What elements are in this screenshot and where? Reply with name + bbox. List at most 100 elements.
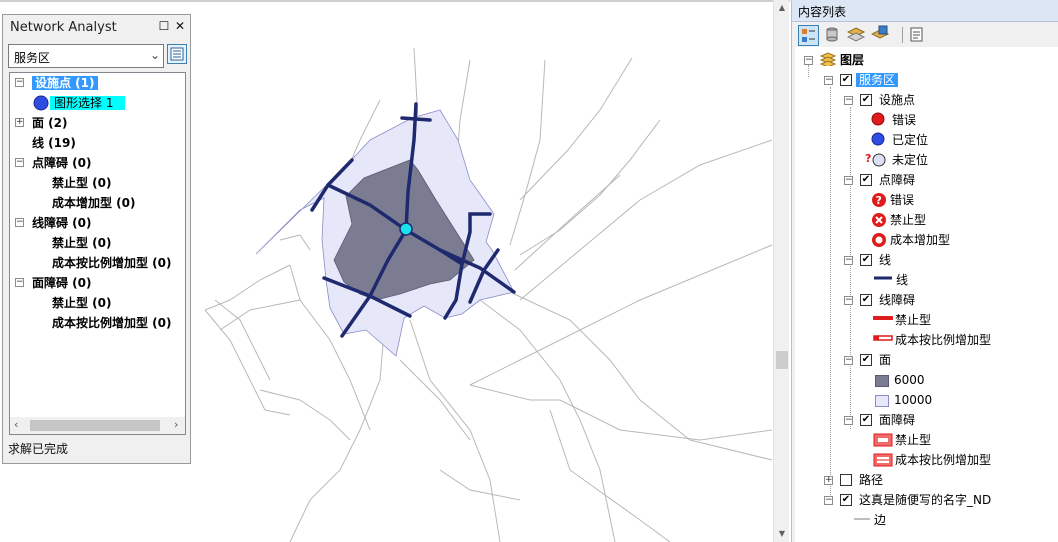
tree-item-lb-restriction[interactable]: 禁止型 (0) [52,233,112,253]
tree-item-pb-restriction[interactable]: 禁止型 (0) [52,173,112,193]
na-horizontal-scrollbar[interactable]: ‹ › [10,417,185,434]
list-by-visibility-icon[interactable] [846,25,867,46]
collapse-icon[interactable]: − [824,76,833,85]
poly-10000-swatch-icon [875,395,889,407]
expand-icon[interactable]: + [15,118,24,127]
restriction-polygon-icon [873,433,893,447]
added-cost-ring-icon [872,233,886,247]
visibility-checkbox[interactable]: ✔ [860,294,872,306]
collapse-icon[interactable]: − [15,218,24,227]
collapse-icon[interactable]: − [844,176,853,185]
list-by-drawing-order-icon[interactable] [798,25,819,46]
top-edge-line [0,0,790,2]
collapse-icon[interactable]: − [15,278,24,287]
street-line [204,264,291,311]
tree-item-gb-scaled-cost[interactable]: 成本按比例增加型 (0) [52,313,172,333]
toc-sublayer-point-barriers[interactable]: 点障碍 [879,170,915,190]
visibility-checkbox[interactable]: ✔ [860,94,872,106]
collapse-icon[interactable]: − [824,496,833,505]
visibility-checkbox[interactable] [840,474,852,486]
pin-icon[interactable]: ☐ [157,19,171,33]
scroll-down-arrow-icon[interactable]: ▼ [774,526,790,542]
collapse-icon[interactable]: − [844,296,853,305]
tree-item-lb-scaled-cost[interactable]: 成本按比例增加型 (0) [52,253,172,273]
restriction-x-icon [872,213,886,227]
tree-label: 设施点 (1) [32,76,98,90]
tree-label: 图形选择 1 [50,96,126,110]
list-by-selection-icon[interactable] [870,25,891,46]
collapse-icon[interactable]: − [15,78,24,87]
toc-layer-network-dataset[interactable]: 这真是随便写的名字_ND [859,490,991,510]
visibility-checkbox[interactable]: ✔ [860,414,872,426]
tree-item-gb-restriction[interactable]: 禁止型 (0) [52,293,112,313]
scroll-thumb[interactable] [30,420,160,431]
analysis-properties-button[interactable] [167,44,187,64]
toc-sublayer-facilities[interactable]: 设施点 [879,90,915,110]
scroll-thumb[interactable] [776,351,788,369]
tree-item-lines[interactable]: 线 (19) [32,133,76,153]
tree-item-line-barriers[interactable]: 线障碍 (0) [32,213,92,233]
tree-item-point-barriers[interactable]: 点障碍 (0) [32,153,92,173]
street-line [519,119,661,256]
visibility-checkbox[interactable]: ✔ [860,254,872,266]
chevron-down-icon[interactable]: ⌄ [150,48,160,62]
legend-label: 成本按比例增加型 [895,333,992,347]
tree-item-pb-added-cost[interactable]: 成本增加型 (0) [52,193,136,213]
na-title: Network Analyst [10,20,117,35]
toc-root-layers[interactable]: 图层 [840,50,864,70]
error-dot-icon [871,112,885,126]
svg-text:?: ? [865,152,871,165]
street-line [214,299,271,381]
scroll-right-arrow-icon[interactable]: › [174,418,178,431]
collapse-icon[interactable]: − [844,416,853,425]
toc-layer-route[interactable]: 路径 [859,470,883,490]
street-line [439,469,521,501]
toc-header: 内容列表 [792,0,1058,22]
collapse-icon[interactable]: − [15,158,24,167]
collapse-icon[interactable]: − [844,356,853,365]
layers-icon [820,52,836,66]
toc-layer-service-area[interactable]: 服务区 [856,70,899,90]
analysis-layer-select[interactable]: 服务区 ⌄ [8,44,164,68]
street-line [559,399,773,441]
street-line [204,309,291,416]
tree-guide [808,65,809,77]
list-by-source-icon[interactable] [822,25,843,46]
scroll-left-arrow-icon[interactable]: ‹ [14,418,18,431]
visibility-checkbox[interactable]: ✔ [860,354,872,366]
street-line [519,139,773,301]
close-icon[interactable]: ✕ [173,19,187,33]
visibility-checkbox[interactable]: ✔ [840,494,852,506]
visibility-checkbox[interactable]: ✔ [840,74,852,86]
na-tree[interactable]: − 设施点 (1) 图形选择 1 + 面 (2) 线 (19) − 点障碍 (0… [9,72,186,435]
restriction-line-icon [873,316,893,320]
na-titlebar[interactable]: Network Analyst ☐ ✕ [3,15,190,39]
collapse-icon[interactable]: − [844,256,853,265]
options-icon[interactable] [906,25,927,46]
legend-label: 线 [896,273,909,287]
legend-label: 禁止型 [890,213,927,227]
toolbar-separator [902,27,903,43]
collapse-icon[interactable]: − [804,56,813,65]
scroll-up-arrow-icon[interactable]: ▲ [774,0,790,16]
toc-tree[interactable]: − 图层 − ✔ 服务区 − ✔ 设施点 错误 已定位 ? 未定位 − ✔ 点障… [795,47,1058,542]
expand-icon[interactable]: + [824,476,833,485]
map-vertical-scrollbar[interactable]: ▲ ▼ [773,0,789,542]
facility-point[interactable] [399,222,413,236]
line-symbol-icon [874,276,892,280]
svg-text:?: ? [876,194,882,207]
visibility-checkbox[interactable]: ✔ [860,174,872,186]
toc-sublayer-line-barriers[interactable]: 线障碍 [879,290,915,310]
tree-item-facilities[interactable]: 设施点 (1) [32,73,98,93]
error-question-icon: ? [872,193,886,207]
collapse-icon[interactable]: − [844,96,853,105]
tree-guide [830,87,831,499]
legend-label: 成本按比例增加型 [895,453,992,467]
toc-sublayer-polygons[interactable]: 面 [879,350,891,370]
toc-sublayer-lines[interactable]: 线 [879,250,891,270]
street-line [469,384,560,401]
tree-item-polygon-barriers[interactable]: 面障碍 (0) [32,273,92,293]
toc-sublayer-polygon-barriers[interactable]: 面障碍 [879,410,915,430]
tree-item-polygons[interactable]: 面 (2) [32,113,68,133]
tree-item-facility-selection[interactable]: 图形选择 1 [50,93,126,113]
